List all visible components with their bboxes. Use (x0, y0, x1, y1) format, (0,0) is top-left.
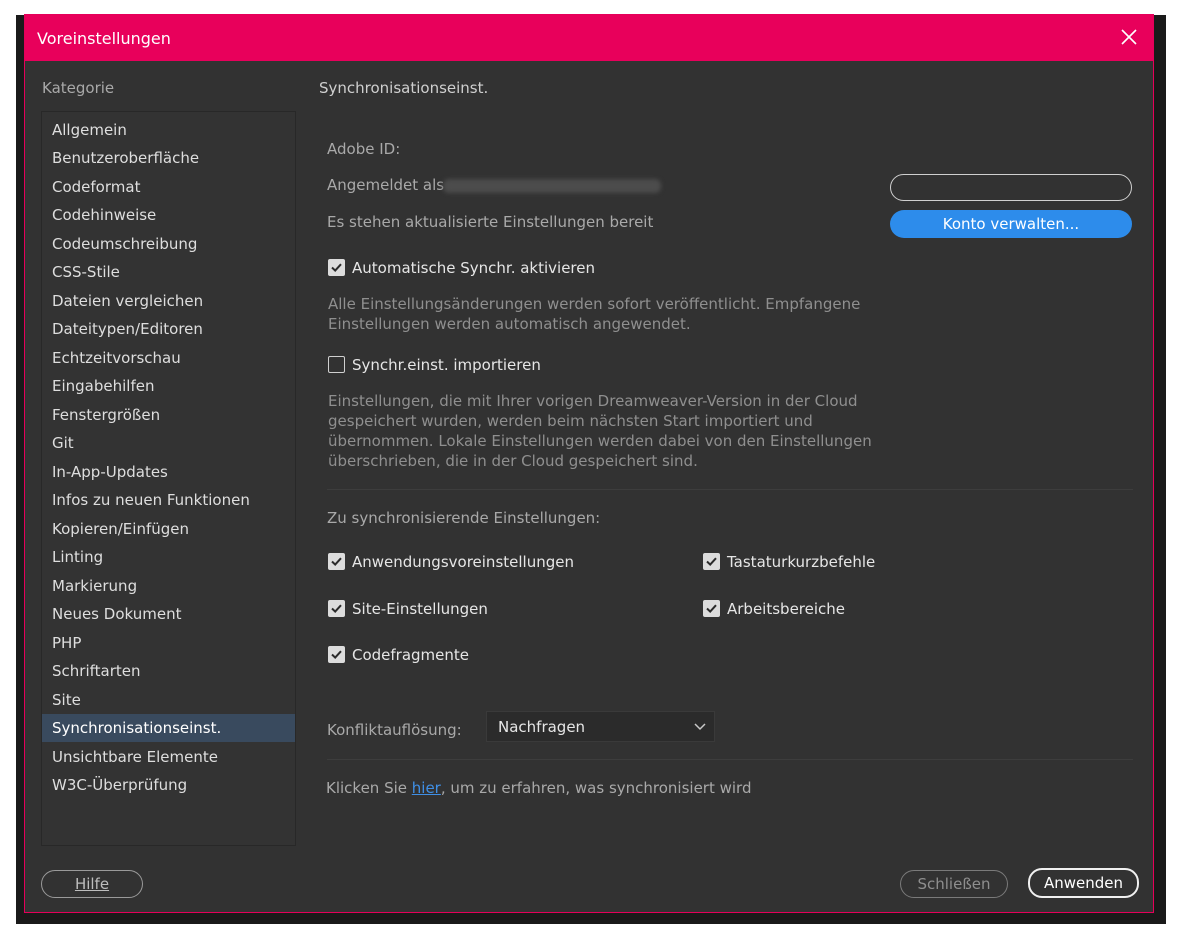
redacted-email (443, 179, 661, 193)
sync-items-header: Zu synchronisierende Einstellungen: (327, 509, 601, 527)
section-divider (327, 489, 1133, 490)
auto-sync-desc-line: Einstellungen werden automatisch angewen… (328, 315, 691, 333)
sidebar-item-kopieren-einfuegen[interactable]: Kopieren/Einfügen (42, 515, 295, 543)
conflict-select-value: Nachfragen (498, 718, 586, 736)
import-settings-checkbox[interactable] (328, 356, 345, 373)
sidebar-item-markierung[interactable]: Markierung (42, 572, 295, 600)
auto-sync-checkbox[interactable] (328, 259, 345, 276)
adobe-id-label: Adobe ID: (327, 140, 401, 158)
category-header: Kategorie (42, 79, 115, 97)
sidebar-item-fenstergroessen[interactable]: Fenstergrößen (42, 401, 295, 429)
sidebar-item-git[interactable]: Git (42, 429, 295, 457)
import-desc-line: überschrieben, die in der Cloud gespeich… (328, 452, 698, 470)
app-prefs-checkbox[interactable] (328, 553, 345, 570)
preferences-dialog: Voreinstellungen Kategorie Allgemein Ben… (24, 14, 1154, 913)
section-title: Synchronisationseinst. (319, 79, 489, 97)
conflict-select[interactable]: Nachfragen (486, 711, 715, 742)
checkmark-icon (706, 557, 717, 567)
workspaces-checkbox[interactable] (703, 600, 720, 617)
sidebar-item-dateien-vergleichen[interactable]: Dateien vergleichen (42, 287, 295, 315)
checkmark-icon (331, 557, 342, 567)
sidebar-item-linting[interactable]: Linting (42, 543, 295, 571)
checkmark-icon (331, 604, 342, 614)
close-button[interactable]: Schließen (900, 870, 1008, 898)
sidebar-item-benutzeroberflaeche[interactable]: Benutzeroberfläche (42, 144, 295, 172)
footer-info: Klicken Sie hier, um zu erfahren, was sy… (326, 779, 751, 797)
section-divider (327, 759, 1133, 760)
apply-button[interactable]: Anwenden (1028, 868, 1139, 898)
category-list: Allgemein Benutzeroberfläche Codeformat … (41, 111, 296, 846)
sidebar-item-in-app-updates[interactable]: In-App-Updates (42, 458, 295, 486)
sidebar-item-synchronisationseinst[interactable]: Synchronisationseinst. (42, 714, 295, 742)
chevron-down-icon (694, 723, 706, 731)
sidebar-item-echtzeitvorschau[interactable]: Echtzeitvorschau (42, 344, 295, 372)
sidebar-item-codeformat[interactable]: Codeformat (42, 173, 295, 201)
import-desc-line: Einstellungen, die mit Ihrer vorigen Dre… (328, 392, 858, 410)
code-snippets-label[interactable]: Codefragmente (352, 646, 469, 664)
updates-available-text: Es stehen aktualisierte Einstellungen be… (327, 213, 654, 231)
import-desc-line: übernommen. Lokale Einstellungen werden … (328, 432, 872, 450)
checkmark-icon (331, 650, 342, 660)
sidebar-item-unsichtbare-elemente[interactable]: Unsichtbare Elemente (42, 743, 295, 771)
sidebar-item-css-stile[interactable]: CSS-Stile (42, 258, 295, 286)
app-prefs-label[interactable]: Anwendungsvoreinstellungen (352, 553, 574, 571)
window-title: Voreinstellungen (37, 29, 171, 48)
auto-sync-desc-line: Alle Einstellungsänderungen werden sofor… (328, 295, 861, 313)
import-settings-label[interactable]: Synchr.einst. importieren (352, 356, 541, 374)
keyboard-shortcuts-label[interactable]: Tastaturkurzbefehle (727, 553, 875, 571)
help-button[interactable]: Hilfe (41, 870, 143, 898)
learn-more-link[interactable]: hier (412, 779, 441, 797)
sidebar-item-neues-dokument[interactable]: Neues Dokument (42, 600, 295, 628)
checkmark-icon (331, 263, 342, 273)
sidebar-item-schriftarten[interactable]: Schriftarten (42, 657, 295, 685)
checkmark-icon (706, 604, 717, 614)
signed-in-label: Angemeldet als (327, 176, 445, 194)
account-status-field (890, 174, 1132, 201)
sidebar-item-codehinweise[interactable]: Codehinweise (42, 201, 295, 229)
sidebar-item-site[interactable]: Site (42, 686, 295, 714)
sidebar-item-w3c-ueberpruefung[interactable]: W3C-Überprüfung (42, 771, 295, 799)
keyboard-shortcuts-checkbox[interactable] (703, 553, 720, 570)
auto-sync-description: Alle Einstellungsänderungen werden sofor… (328, 294, 860, 334)
sidebar-item-dateitypen-editoren[interactable]: Dateitypen/Editoren (42, 315, 295, 343)
sidebar-item-infos-neue-funktionen[interactable]: Infos zu neuen Funktionen (42, 486, 295, 514)
site-settings-checkbox[interactable] (328, 600, 345, 617)
title-bar: Voreinstellungen (25, 15, 1153, 61)
site-settings-label[interactable]: Site-Einstellungen (352, 600, 488, 618)
sidebar-item-eingabehilfen[interactable]: Eingabehilfen (42, 372, 295, 400)
code-snippets-checkbox[interactable] (328, 646, 345, 663)
close-icon[interactable] (1117, 25, 1141, 49)
import-settings-description: Einstellungen, die mit Ihrer vorigen Dre… (328, 391, 872, 471)
import-desc-line: gespeichert wurden, werden beim nächsten… (328, 412, 813, 430)
conflict-label: Konfliktauflösung: (327, 721, 462, 739)
footer-text-before: Klicken Sie (326, 779, 412, 797)
sidebar-item-php[interactable]: PHP (42, 629, 295, 657)
sidebar-item-allgemein[interactable]: Allgemein (42, 116, 295, 144)
sidebar-item-codeumschreibung[interactable]: Codeumschreibung (42, 230, 295, 258)
footer-text-after: , um zu erfahren, was synchronisiert wir… (440, 779, 752, 797)
manage-account-button[interactable]: Konto verwalten... (890, 210, 1132, 238)
workspaces-label[interactable]: Arbeitsbereiche (727, 600, 845, 618)
auto-sync-label[interactable]: Automatische Synchr. aktivieren (352, 259, 595, 277)
